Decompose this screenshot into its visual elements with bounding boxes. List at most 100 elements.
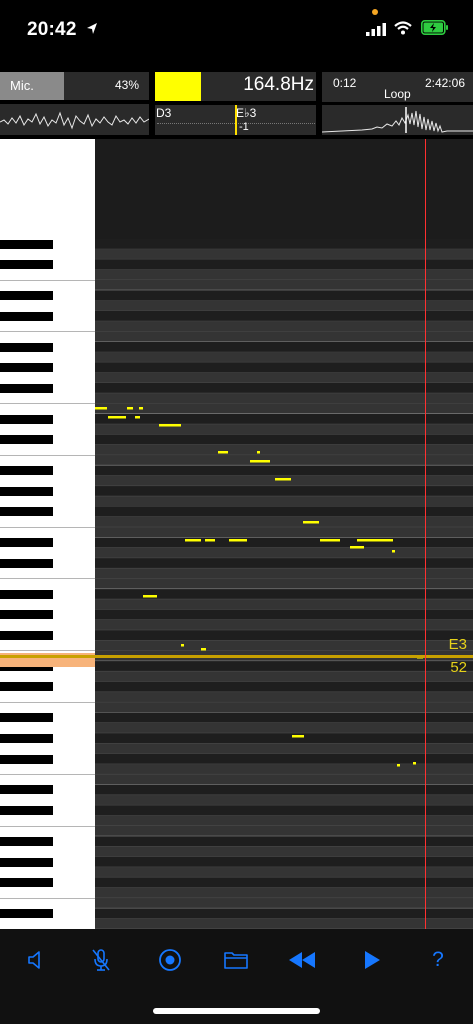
grid-row: [95, 249, 473, 260]
grid-row: [95, 846, 473, 857]
piano-black-key[interactable]: [0, 785, 53, 795]
piano-black-key[interactable]: [0, 733, 53, 743]
piano-key-divider: [0, 526, 95, 528]
piano-keyboard[interactable]: [0, 139, 95, 929]
pitch-grid[interactable]: [95, 139, 473, 929]
home-indicator: [153, 1008, 320, 1014]
piano-black-key[interactable]: [0, 414, 53, 424]
pitch-trace-segment: [201, 648, 206, 651]
grid-row: [95, 836, 473, 847]
piano-black-key[interactable]: [0, 507, 53, 517]
grid-row: [95, 898, 473, 909]
piano-black-key[interactable]: [0, 291, 53, 300]
grid-row: [95, 383, 473, 394]
piano-black-key[interactable]: [0, 363, 53, 373]
piano-key-divider: [0, 578, 95, 580]
folder-icon: [224, 952, 248, 969]
battery-charging-icon: [421, 20, 449, 40]
piano-black-key[interactable]: [0, 383, 53, 393]
cellular-signal-icon: [366, 23, 386, 41]
grid-row: [95, 568, 473, 579]
playback-position: 0:12: [333, 76, 357, 90]
pitch-trace-segment: [292, 735, 304, 738]
pitch-trace-segment: [185, 539, 201, 542]
piano-key-divider: [0, 454, 95, 456]
grid-row: [95, 578, 473, 590]
piano-black-key[interactable]: [0, 909, 53, 918]
pitch-trace-segment: [127, 407, 133, 410]
pitch-trace-segment: [143, 595, 157, 598]
loop-label: Loop: [384, 87, 411, 101]
rewind-button[interactable]: [287, 945, 317, 975]
piano-black-key[interactable]: [0, 342, 53, 352]
grid-row: [95, 671, 473, 682]
pitch-trace-segment: [303, 521, 319, 524]
status-bar: 20:42: [0, 0, 473, 62]
piano-black-key[interactable]: [0, 311, 53, 321]
grid-row: [95, 341, 473, 353]
time-display[interactable]: 0:12 Loop 2:42:06: [322, 72, 473, 102]
piano-black-key[interactable]: [0, 260, 53, 270]
playhead[interactable]: [425, 139, 426, 929]
piano-black-key[interactable]: [0, 878, 53, 888]
grid-row: [95, 733, 473, 744]
piano-black-key[interactable]: [0, 754, 53, 764]
piano-black-key[interactable]: [0, 538, 53, 548]
speaker-button[interactable]: [20, 945, 50, 975]
tuner-left-note: D3: [156, 106, 172, 120]
mic-off-icon: [92, 949, 110, 971]
grid-row: [95, 630, 473, 641]
piano-black-key[interactable]: [0, 610, 53, 620]
piano-roll[interactable]: E3 52: [0, 139, 473, 929]
grid-row: [95, 589, 473, 600]
grid-row: [95, 774, 473, 785]
current-note-name: E3: [448, 636, 467, 653]
grid-row: [95, 434, 473, 445]
pitch-trace-segment: [397, 764, 400, 767]
piano-black-key[interactable]: [0, 589, 53, 599]
folder-button[interactable]: [221, 945, 251, 975]
record-button[interactable]: [155, 945, 185, 975]
grid-row: [95, 372, 473, 383]
pitch-trace-segment: [108, 416, 126, 419]
grid-row: [95, 269, 473, 280]
recording-overview-waveform[interactable]: [321, 105, 473, 135]
piano-black-key[interactable]: [0, 630, 53, 640]
piano-black-key[interactable]: [0, 435, 53, 445]
mic-level-meter[interactable]: Mic. 43%: [0, 72, 149, 100]
piano-black-key[interactable]: [0, 857, 53, 867]
current-note-number: 52: [450, 659, 467, 676]
piano-black-key[interactable]: [0, 239, 53, 249]
grid-row: [95, 517, 473, 528]
play-icon: [365, 951, 380, 969]
grid-row: [95, 908, 473, 919]
piano-black-key[interactable]: [0, 682, 53, 692]
mic-mute-button[interactable]: [86, 945, 116, 975]
piano-black-key[interactable]: [0, 466, 53, 476]
mic-level-percent: 43%: [114, 78, 139, 92]
grid-row: [95, 465, 473, 476]
help-button[interactable]: ?: [423, 945, 453, 975]
piano-black-key[interactable]: [0, 713, 53, 723]
grid-row: [95, 620, 473, 631]
piano-key-divider: [0, 825, 95, 827]
piano-black-key[interactable]: [0, 836, 53, 846]
grid-row: [95, 362, 473, 373]
play-button[interactable]: [357, 945, 387, 975]
piano-black-key[interactable]: [0, 486, 53, 496]
frequency-display: 164.8Hz: [155, 72, 316, 101]
piano-black-key[interactable]: [0, 558, 53, 568]
grid-row: [95, 527, 473, 538]
frequency-value: 164.8Hz: [243, 74, 314, 95]
piano-key-divider: [0, 650, 95, 652]
privacy-indicator: [372, 9, 378, 15]
piano-black-key[interactable]: [0, 806, 53, 815]
piano-key-divider: [0, 331, 95, 332]
grid-row: [95, 661, 473, 672]
grid-row: [95, 681, 473, 693]
grid-row: [95, 259, 473, 270]
piano-key-divider: [0, 701, 95, 703]
help-label: ?: [432, 948, 444, 971]
pitch-trace-segment: [320, 539, 340, 542]
grid-row: [95, 290, 473, 301]
